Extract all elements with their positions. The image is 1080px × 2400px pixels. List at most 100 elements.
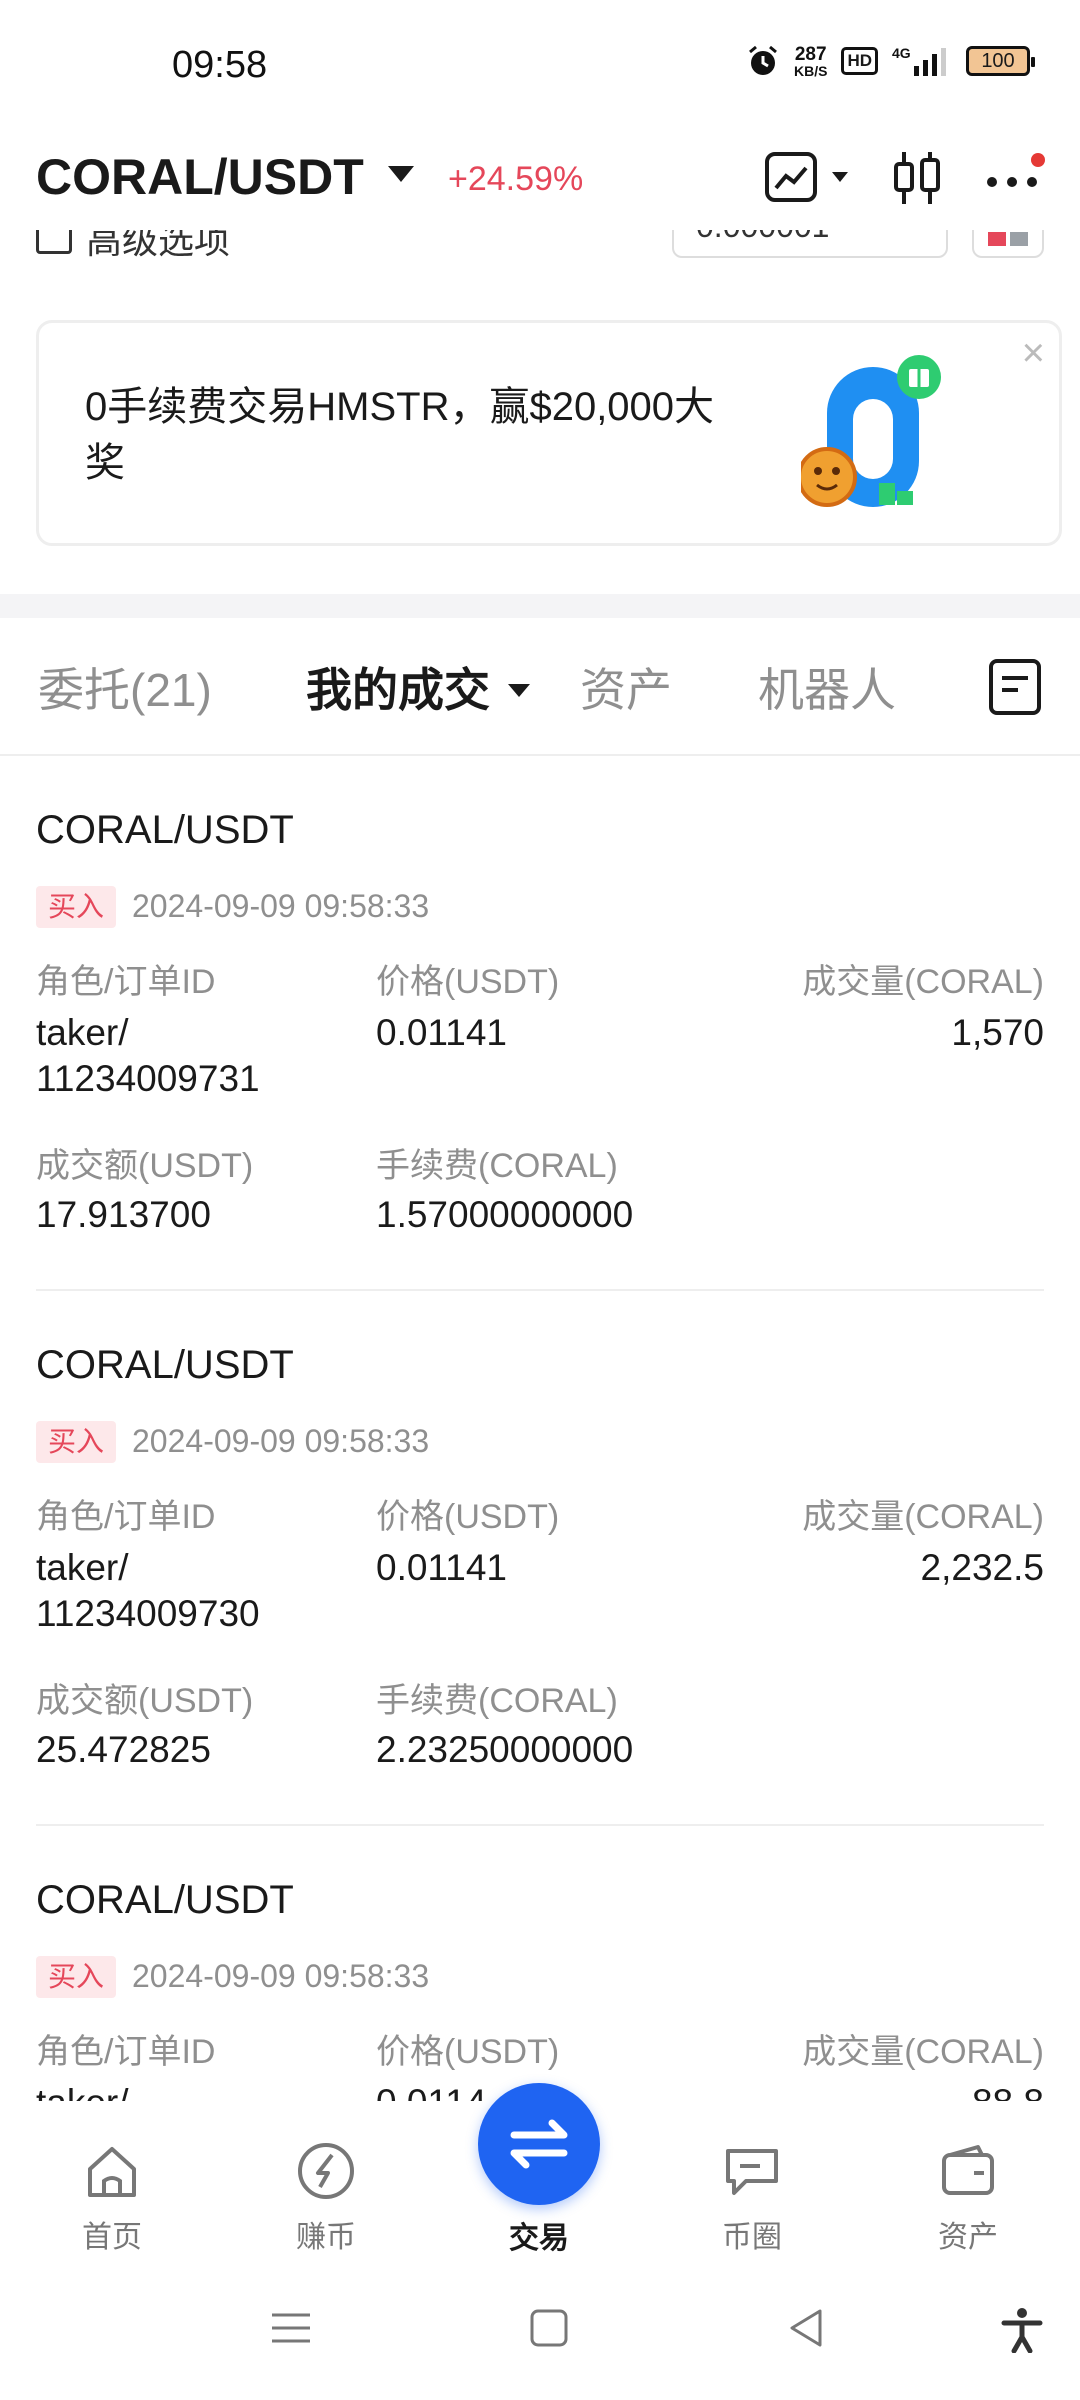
wallet-icon <box>942 2145 994 2195</box>
back-icon <box>790 2309 822 2347</box>
price-input-value: 0.000001 <box>696 230 829 245</box>
orderbook-toggle[interactable] <box>972 230 1044 258</box>
trade-pair: CORAL/USDT <box>36 808 294 852</box>
nav-feed[interactable]: 币圈 <box>682 2141 822 2256</box>
accessibility-icon <box>1001 2308 1043 2354</box>
more-icon <box>987 153 1045 187</box>
side-badge: 买入 <box>36 886 116 928</box>
price-label: 价格(USDT) <box>376 1498 560 1536</box>
order-form-row: 高级选项 0.000001 <box>0 230 1080 270</box>
net-speed: 287 KB/S <box>794 45 827 78</box>
role-value: taker/ <box>36 1547 129 1588</box>
volume-value: 1,570 <box>951 1012 1044 1053</box>
nav-feed-label: 币圈 <box>722 2221 782 2254</box>
hd-badge: HD <box>841 47 878 75</box>
square-icon <box>530 2309 568 2347</box>
amount-value: 25.472825 <box>36 1729 211 1770</box>
list-item[interactable]: CORAL/USDT 买入 2024-09-09 09:58:33 角色/订单I… <box>36 756 1044 1291</box>
side-badge: 买入 <box>36 1956 116 1998</box>
side-badge: 买入 <box>36 1421 116 1463</box>
volume-value: 88.8 <box>972 2080 1044 2101</box>
role-label: 角色/订单ID <box>36 2033 216 2071</box>
trade-time: 2024-09-09 09:58:33 <box>132 1958 430 1994</box>
volume-label: 成交量(CORAL) <box>802 1498 1044 1536</box>
nav-assets[interactable]: 资产 <box>898 2141 1038 2256</box>
role-label: 角色/订单ID <box>36 1498 216 1536</box>
fee-label: 手续费(CORAL) <box>376 1147 618 1185</box>
trade-pair: CORAL/USDT <box>36 1878 294 1922</box>
status-bar: 09:58 287 KB/S HD 4G 100 <box>0 0 1080 130</box>
alarm-icon <box>749 45 777 75</box>
nav-home-label: 首页 <box>82 2221 142 2254</box>
promo-banner[interactable]: 0手续费交易HMSTR，赢$20,000大奖 × <box>36 320 1062 546</box>
chart-button[interactable] <box>764 148 854 213</box>
tab-robot[interactable]: 机器人 <box>758 654 896 720</box>
home-icon <box>88 2147 136 2197</box>
amount-value: 17.913700 <box>36 1194 211 1235</box>
chat-icon <box>726 2149 778 2195</box>
role-label: 角色/订单ID <box>36 963 216 1001</box>
signal-icon: 4G <box>892 45 946 76</box>
back-button[interactable] <box>786 2307 828 2354</box>
nav-assets-label: 资产 <box>938 2221 998 2254</box>
swap-icon <box>510 2119 568 2169</box>
chevron-down-icon[interactable] <box>388 166 414 182</box>
trade-time: 2024-09-09 09:58:33 <box>132 1423 430 1459</box>
nav-trade-label[interactable]: 交易 <box>478 2213 600 2257</box>
system-nav-bar <box>0 2261 1080 2400</box>
trade-header: CORAL/USDT +24.59% <box>0 130 1080 240</box>
banner-text: 0手续费交易HMSTR，赢$20,000大奖 <box>85 385 715 485</box>
orderbook-sell-icon <box>988 232 1006 246</box>
price-value: 0.01141 <box>376 1547 507 1588</box>
advanced-option-checkbox[interactable] <box>36 230 72 254</box>
volume-label: 成交量(CORAL) <box>802 963 1044 1001</box>
candlestick-button[interactable] <box>890 148 946 213</box>
more-button[interactable] <box>984 148 1050 213</box>
home-nav-button[interactable] <box>528 2307 570 2354</box>
bottom-nav: 首页 赚币 交易 币圈 资产 <box>0 2083 1080 2261</box>
candlestick-icon <box>894 152 940 204</box>
nav-earn[interactable]: 赚币 <box>256 2141 396 2256</box>
nav-trade-button[interactable] <box>478 2083 600 2205</box>
nav-earn-label: 赚币 <box>296 2221 356 2254</box>
orders-tab-bar: 委托(21) 我的成交 资产 机器人 <box>0 618 1080 756</box>
order-history-button[interactable] <box>988 658 1042 721</box>
menu-button[interactable] <box>270 2307 312 2354</box>
status-time: 09:58 <box>172 44 268 86</box>
fee-value: 1.57000000000 <box>376 1194 634 1235</box>
trade-time: 2024-09-09 09:58:33 <box>132 888 430 924</box>
accessibility-button[interactable] <box>1000 2307 1044 2358</box>
chevron-down-icon[interactable] <box>508 684 530 697</box>
coin-icon <box>298 2143 354 2199</box>
list-item[interactable]: CORAL/USDT 买入 2024-09-09 09:58:33 角色/订单I… <box>36 1291 1044 1826</box>
amount-label: 成交额(USDT) <box>36 1147 254 1185</box>
svg-text:4G: 4G <box>892 45 911 61</box>
advanced-option-label: 高级选项 <box>86 230 231 261</box>
price-value: 0.01141 <box>376 1012 507 1053</box>
volume-label: 成交量(CORAL) <box>802 2033 1044 2071</box>
menu-icon <box>272 2313 310 2343</box>
price-label: 价格(USDT) <box>376 2033 560 2071</box>
pair-selector[interactable]: CORAL/USDT <box>36 148 364 206</box>
tab-entrust[interactable]: 委托(21) <box>38 654 212 720</box>
orderbook-buy-icon <box>1010 232 1028 246</box>
amount-label: 成交额(USDT) <box>36 1682 254 1720</box>
role-value: taker/ <box>36 1012 129 1053</box>
nav-home[interactable]: 首页 <box>42 2141 182 2256</box>
status-right: 287 KB/S HD 4G 100 <box>746 44 1035 78</box>
volume-value: 2,232.5 <box>920 1547 1044 1588</box>
tab-assets[interactable]: 资产 <box>580 654 672 720</box>
tab-my-trades[interactable]: 我的成交 <box>306 654 490 720</box>
price-label: 价格(USDT) <box>376 963 560 1001</box>
role-value: taker/ <box>36 2080 129 2101</box>
trade-list: CORAL/USDT 买入 2024-09-09 09:58:33 角色/订单I… <box>0 756 1080 2101</box>
list-item[interactable]: CORAL/USDT 买入 2024-09-09 09:58:33 角色/订单I… <box>36 1826 1044 2101</box>
battery-indicator: 100 <box>966 46 1035 76</box>
fee-label: 手续费(CORAL) <box>376 1682 618 1720</box>
fee-value: 2.23250000000 <box>376 1729 634 1770</box>
order-id-value: 11234009731 <box>36 1058 260 1099</box>
close-icon[interactable]: × <box>1022 333 1045 373</box>
promo-illustration-icon <box>801 355 941 507</box>
net-speed-unit: KB/S <box>793 62 828 79</box>
price-input[interactable]: 0.000001 <box>672 230 948 258</box>
